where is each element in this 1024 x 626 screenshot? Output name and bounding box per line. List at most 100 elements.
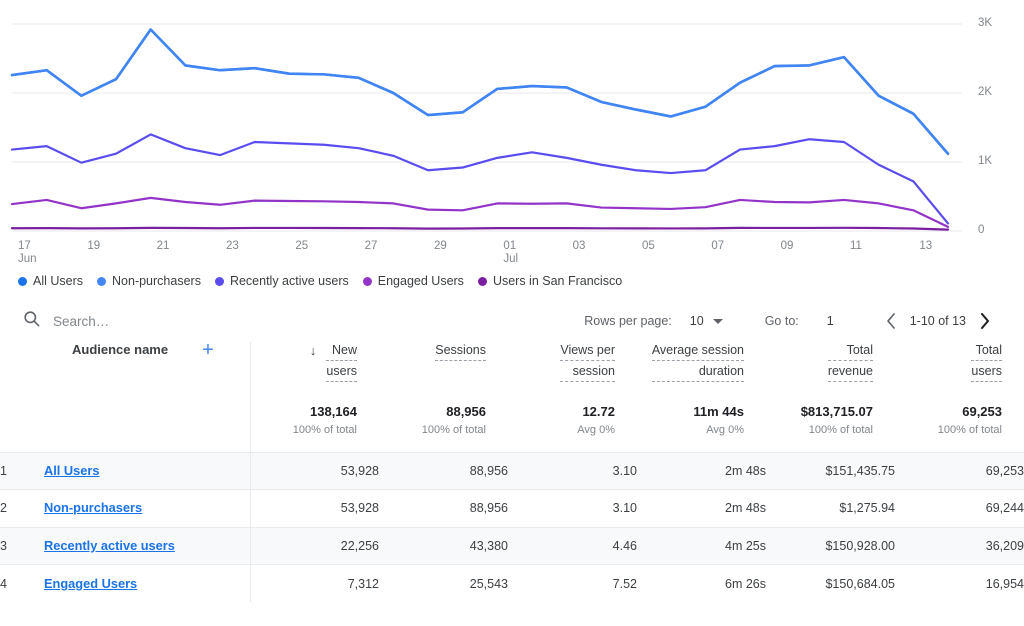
table-row[interactable]: 2Non-purchasers53,92888,9563.102m 48s$1,… bbox=[0, 490, 1024, 528]
totals-metric-cell: $813,715.07 100% of total bbox=[766, 404, 895, 452]
previous-page-button[interactable] bbox=[878, 308, 904, 334]
audience-name-link[interactable]: All Users bbox=[44, 463, 99, 478]
legend-color-dot bbox=[478, 277, 487, 286]
timeseries-chart-svg bbox=[0, 0, 1024, 245]
header-metric-cell: Totalrevenue bbox=[766, 342, 895, 404]
legend-item[interactable]: Engaged Users bbox=[363, 274, 464, 288]
totals-value: 138,164 bbox=[251, 404, 380, 420]
header-metric-label[interactable]: Views persession bbox=[560, 342, 615, 383]
search-area bbox=[22, 309, 413, 333]
totals-subtext: Avg 0% bbox=[637, 423, 766, 437]
legend-item[interactable]: Users in San Francisco bbox=[478, 274, 622, 288]
next-page-button[interactable] bbox=[972, 308, 998, 334]
x-axis-tick-label: 27 bbox=[365, 240, 378, 253]
header-audience-name-label[interactable]: Audience name bbox=[72, 342, 168, 357]
x-axis-tick-label: 09 bbox=[781, 240, 794, 253]
row-metric-value: $150,928.00 bbox=[766, 527, 895, 565]
rows-per-page-select[interactable]: 10 bbox=[690, 314, 723, 328]
search-icon[interactable] bbox=[22, 309, 41, 333]
row-metric-value: $150,684.05 bbox=[766, 565, 895, 603]
row-audience-name-cell: All Users bbox=[44, 452, 250, 490]
table-toolbar: Rows per page: 10 Go to: 1 1-10 of 13 bbox=[0, 300, 1024, 342]
header-metric-cell: Views persession bbox=[508, 342, 637, 404]
legend-color-dot bbox=[18, 277, 27, 286]
totals-metric-cell: 11m 44sAvg 0% bbox=[637, 404, 766, 452]
x-axis-tick-label: 01Jul bbox=[503, 240, 518, 266]
row-metric-value: 3.10 bbox=[508, 452, 637, 490]
header-metric-cell: ↓ Newusers bbox=[250, 342, 379, 404]
row-metric-value: 4.46 bbox=[508, 527, 637, 565]
x-axis-tick-label: 11 bbox=[850, 240, 862, 253]
audience-name-link[interactable]: Engaged Users bbox=[44, 576, 137, 591]
legend-item-label: Non-purchasers bbox=[112, 274, 201, 288]
row-metric-value: 7,312 bbox=[250, 565, 379, 603]
x-axis-tick-label: 13 bbox=[919, 240, 932, 253]
x-axis-tick-label: 07 bbox=[711, 240, 724, 253]
legend-item-label: All Users bbox=[33, 274, 83, 288]
header-metric-label[interactable]: Sessions bbox=[435, 342, 486, 362]
row-index: 3 bbox=[0, 527, 44, 565]
table-row[interactable]: 3Recently active users22,25643,3804.464m… bbox=[0, 527, 1024, 565]
audience-name-link[interactable]: Recently active users bbox=[44, 538, 175, 553]
rows-per-page-value: 10 bbox=[690, 314, 704, 328]
x-axis-tick-label: 03 bbox=[573, 240, 586, 253]
header-audience-name-cell: Audience name + bbox=[44, 342, 250, 404]
row-metric-value: $151,435.75 bbox=[766, 452, 895, 490]
table-totals-row: 138,164100% of total88,956100% of total1… bbox=[0, 404, 1024, 452]
header-metric-label[interactable]: Totalrevenue bbox=[828, 342, 873, 383]
table-row[interactable]: 4Engaged Users7,31225,5437.526m 26s$150,… bbox=[0, 565, 1024, 603]
totals-subtext: 100% of total bbox=[251, 423, 380, 437]
totals-name-cell bbox=[44, 404, 250, 452]
rows-per-page-label: Rows per page: bbox=[584, 314, 672, 328]
row-metric-value: $1,275.94 bbox=[766, 490, 895, 528]
y-axis-tick-label: 0 bbox=[978, 224, 1018, 236]
x-axis-tick-label: 25 bbox=[295, 240, 308, 253]
chevron-left-icon bbox=[885, 312, 897, 330]
x-axis-tick-label: 29 bbox=[434, 240, 447, 253]
row-metric-value: 69,253 bbox=[895, 452, 1024, 490]
header-index-cell bbox=[0, 342, 44, 404]
totals-value: $813,715.07 bbox=[766, 404, 895, 420]
row-metric-value: 6m 26s bbox=[637, 565, 766, 603]
add-dimension-button[interactable]: + bbox=[202, 343, 214, 357]
legend-item-label: Engaged Users bbox=[378, 274, 464, 288]
row-metric-value: 53,928 bbox=[250, 490, 379, 528]
row-metric-value: 88,956 bbox=[379, 490, 508, 528]
row-metric-value: 2m 48s bbox=[637, 490, 766, 528]
row-metric-value: 2m 48s bbox=[637, 452, 766, 490]
header-metric-label[interactable]: Average sessionduration bbox=[652, 342, 744, 383]
timeseries-chart-panel: 3K2K1K0 17Jun19212325272901Jul0305070911… bbox=[0, 0, 1024, 300]
x-axis-tick-label: 23 bbox=[226, 240, 239, 253]
go-to-input[interactable]: 1 bbox=[827, 314, 834, 328]
row-metric-value: 3.10 bbox=[508, 490, 637, 528]
y-axis-tick-label: 3K bbox=[978, 17, 1018, 29]
sort-descending-icon[interactable]: ↓ bbox=[310, 342, 317, 359]
totals-subtext: 100% of total bbox=[766, 423, 895, 437]
header-metric-cell: Sessions bbox=[379, 342, 508, 404]
pagination-controls: Rows per page: 10 Go to: 1 1-10 of 13 bbox=[584, 308, 998, 334]
audience-name-link[interactable]: Non-purchasers bbox=[44, 500, 142, 515]
totals-subtext: 100% of total bbox=[895, 423, 1024, 437]
x-axis-tick-label: 17Jun bbox=[18, 240, 37, 266]
totals-value: 12.72 bbox=[508, 404, 637, 420]
table-row[interactable]: 1All Users53,92888,9563.102m 48s$151,435… bbox=[0, 452, 1024, 490]
legend-item-label: Recently active users bbox=[230, 274, 349, 288]
legend-item[interactable]: All Users bbox=[18, 274, 83, 288]
totals-metric-cell: 12.72Avg 0% bbox=[508, 404, 637, 452]
legend-item[interactable]: Non-purchasers bbox=[97, 274, 201, 288]
header-metric-label[interactable]: Totalusers bbox=[971, 342, 1002, 383]
chart-series-line bbox=[12, 134, 948, 223]
go-to-label: Go to: bbox=[765, 314, 799, 328]
x-axis-tick-label: 19 bbox=[87, 240, 100, 253]
header-metric-label[interactable]: Newusers bbox=[326, 342, 357, 383]
chart-legend: All Users Non-purchasers Recently active u… bbox=[18, 274, 622, 288]
search-input[interactable] bbox=[53, 314, 413, 329]
y-axis-tick-label: 2K bbox=[978, 86, 1018, 98]
row-metric-value: 4m 25s bbox=[637, 527, 766, 565]
row-metric-value: 16,954 bbox=[895, 565, 1024, 603]
header-metric-cell: Totalusers bbox=[895, 342, 1024, 404]
totals-subtext: 100% of total bbox=[379, 423, 508, 437]
legend-item[interactable]: Recently active users bbox=[215, 274, 349, 288]
row-index: 4 bbox=[0, 565, 44, 603]
audiences-table: Audience name + ↓ Newusers Sessions Views per… bbox=[0, 342, 1024, 602]
